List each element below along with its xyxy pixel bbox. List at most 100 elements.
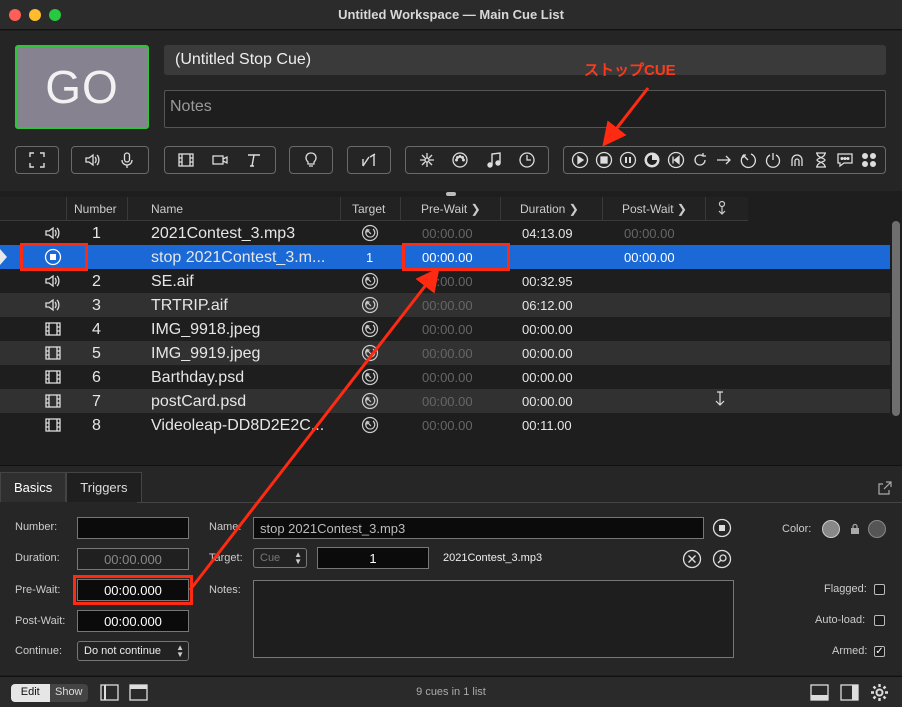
sidebar-right-icon[interactable] (840, 683, 859, 702)
duration-field[interactable]: 00:00.000 (77, 548, 189, 570)
cue-duration[interactable]: 00:11.00 (522, 418, 572, 433)
cue-number[interactable]: 6 (92, 369, 101, 387)
cue-name[interactable]: Barthday.psd (151, 369, 336, 387)
fade-icon[interactable] (359, 150, 379, 170)
column-name[interactable]: Name (151, 202, 183, 216)
target-icon[interactable] (361, 344, 379, 362)
clear-target-icon[interactable] (682, 549, 702, 569)
light-icon[interactable] (301, 150, 321, 170)
cue-postwait[interactable]: 00:00.00 (624, 226, 675, 241)
cue-number[interactable]: 4 (92, 321, 101, 339)
number-field[interactable] (77, 517, 189, 539)
video-icon[interactable] (176, 150, 196, 170)
audio-icon[interactable] (83, 150, 103, 170)
target-icon[interactable] (361, 368, 379, 386)
cue-row[interactable]: 4 IMG_9918.jpeg 00:00.00 00:00.00 (0, 317, 890, 341)
target-icon[interactable] (361, 296, 379, 314)
list-resize-handle[interactable] (446, 192, 456, 196)
cue-number[interactable]: 7 (92, 393, 101, 411)
cue-duration[interactable]: 00:00.00 (522, 346, 573, 361)
notes-field[interactable]: Notes (164, 90, 886, 128)
cue-prewait[interactable]: 00:00.00 (422, 370, 473, 385)
target-icon[interactable] (361, 416, 379, 434)
cue-duration[interactable]: 00:00.00 (522, 370, 573, 385)
cue-row[interactable]: 7 postCard.psd 00:00.00 00:00.00 (0, 389, 890, 413)
cue-prewait[interactable]: 00:00.00 (422, 274, 473, 289)
cue-duration[interactable]: 00:32.95 (522, 274, 573, 289)
memo-icon[interactable] (835, 150, 855, 170)
column-prewait[interactable]: Pre-Wait ❯ (421, 202, 481, 216)
goto-icon[interactable] (714, 150, 734, 170)
lock-icon[interactable] (849, 523, 861, 535)
reset-icon[interactable] (666, 150, 686, 170)
cue-prewait[interactable]: 00:00.00 (422, 298, 473, 313)
cue-postwait[interactable]: 00:00.00 (624, 250, 675, 265)
target-icon[interactable] (738, 150, 758, 170)
cue-prewait[interactable]: 00:00.00 (422, 322, 473, 337)
fullscreen-icon[interactable] (27, 150, 47, 170)
column-target[interactable]: Target (352, 202, 385, 216)
cue-name[interactable]: Videoleap-DD8D2E2C... (151, 417, 336, 435)
target-icon[interactable] (361, 392, 379, 410)
cue-prewait[interactable]: 00:00.00 (422, 418, 473, 433)
cue-name[interactable]: 2021Contest_3.mp3 (151, 225, 336, 243)
cue-row[interactable]: 6 Barthday.psd 00:00.00 00:00.00 (0, 365, 890, 389)
cue-duration[interactable]: 00:00.00 (522, 394, 573, 409)
pause-icon[interactable] (618, 150, 638, 170)
continue-column-icon[interactable] (716, 200, 728, 219)
cue-prewait[interactable]: 00:00.00 (422, 226, 473, 241)
cue-duration[interactable]: 00:00.00 (522, 322, 573, 337)
wait-icon[interactable] (811, 150, 831, 170)
cue-number[interactable]: 2 (92, 273, 101, 291)
midi-icon[interactable] (450, 150, 470, 170)
cue-duration[interactable]: 04:13.09 (522, 226, 573, 241)
start-icon[interactable] (570, 150, 590, 170)
column-duration[interactable]: Duration ❯ (520, 202, 579, 216)
camera-icon[interactable] (210, 150, 230, 170)
list-scrollbar[interactable] (892, 221, 900, 416)
cue-target[interactable]: 1 (366, 250, 373, 265)
column-postwait[interactable]: Post-Wait ❯ (622, 202, 687, 216)
cue-row[interactable]: 5 IMG_9919.jpeg 00:00.00 00:00.00 (0, 341, 890, 365)
find-target-icon[interactable] (712, 549, 732, 569)
target-icon[interactable] (361, 224, 379, 242)
popout-icon[interactable] (878, 481, 892, 495)
cue-name-display[interactable]: (Untitled Stop Cue) (164, 45, 886, 75)
cue-name[interactable]: stop 2021Contest_3.m... (151, 249, 336, 267)
cue-duration[interactable]: 06:12.00 (522, 298, 573, 313)
cue-prewait[interactable]: 00:00.00 (422, 394, 473, 409)
tab-triggers[interactable]: Triggers (66, 472, 142, 502)
cue-row[interactable]: 8 Videoleap-DD8D2E2C... 00:00.00 00:11.00 (0, 413, 890, 437)
devamp-icon[interactable] (690, 150, 710, 170)
armed-checkbox[interactable]: ✓ (874, 646, 885, 657)
stop-icon[interactable] (594, 150, 614, 170)
cue-number[interactable]: 8 (92, 417, 101, 435)
cue-number[interactable]: 3 (92, 297, 101, 315)
text-icon[interactable] (244, 150, 264, 170)
cue-row[interactable]: 1 2021Contest_3.mp3 00:00.00 04:13.09 00:00.… (0, 221, 890, 245)
flagged-checkbox[interactable] (874, 584, 885, 595)
cue-name[interactable]: IMG_9919.jpeg (151, 345, 336, 363)
target-number-field[interactable]: 1 (317, 547, 429, 569)
go-button[interactable]: GO (15, 45, 149, 129)
target-icon[interactable] (361, 320, 379, 338)
load-icon[interactable] (642, 150, 662, 170)
column-number[interactable]: Number (74, 202, 117, 216)
cue-name[interactable]: postCard.psd (151, 393, 336, 411)
postwait-field[interactable]: 00:00.000 (77, 610, 189, 632)
alt-color-swatch[interactable] (868, 520, 886, 538)
music-icon[interactable] (484, 150, 504, 170)
name-field[interactable]: stop 2021Contest_3.mp3 (253, 517, 704, 539)
disarm-icon[interactable] (787, 150, 807, 170)
inspector-toggle-icon[interactable] (810, 683, 829, 702)
inspector-notes-field[interactable] (253, 580, 734, 658)
timecode-icon[interactable] (517, 150, 537, 170)
color-swatch[interactable] (822, 520, 840, 538)
cue-number[interactable]: 5 (92, 345, 101, 363)
mic-icon[interactable] (117, 150, 137, 170)
target-mode-select[interactable]: Cue ▲ ▼ (253, 548, 307, 568)
arm-icon[interactable] (763, 150, 783, 170)
network-icon[interactable] (417, 150, 437, 170)
settings-gear-icon[interactable] (870, 683, 889, 702)
target-icon[interactable] (361, 272, 379, 290)
